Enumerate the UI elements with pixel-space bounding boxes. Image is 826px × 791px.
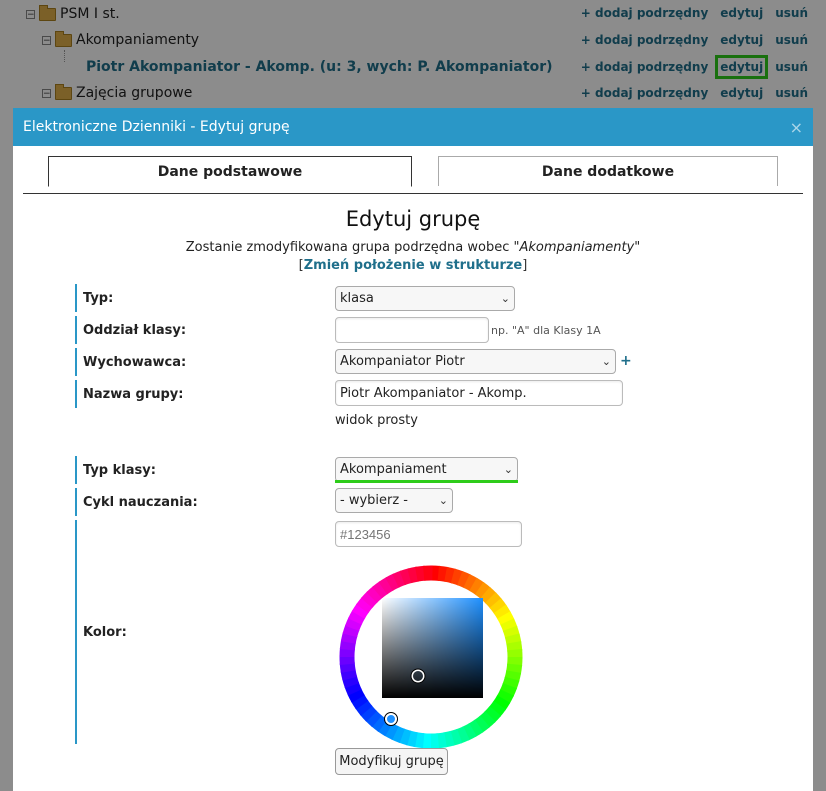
tutor-label: Wychowawca: xyxy=(75,348,186,376)
add-tutor-button[interactable]: + xyxy=(620,353,632,369)
color-hex-input[interactable] xyxy=(335,521,522,547)
type-label: Typ: xyxy=(75,284,113,312)
type-select-value: klasa xyxy=(340,291,374,306)
class-type-label: Typ klasy: xyxy=(75,456,156,484)
chevron-down-icon: ⌄ xyxy=(438,494,448,507)
teaching-cycle-select-value: - wybierz - xyxy=(340,493,409,508)
chevron-down-icon: ⌄ xyxy=(500,292,510,305)
group-name-input[interactable]: Piotr Akompaniator - Akomp. xyxy=(335,380,623,406)
class-type-select[interactable]: Akompaniament ⌄ xyxy=(335,457,518,482)
modify-group-button[interactable]: Modyfikuj grupę xyxy=(335,748,448,775)
color-wheel-picker[interactable] xyxy=(337,563,525,751)
tutor-select-value: Akompaniator Piotr xyxy=(340,354,465,369)
type-select[interactable]: klasa ⌄ xyxy=(335,286,515,311)
teaching-cycle-label: Cykl nauczania: xyxy=(75,488,198,516)
color-label: Kolor: xyxy=(83,624,127,640)
highlight-underline xyxy=(335,480,518,483)
simple-view-link[interactable]: widok prosty xyxy=(335,413,418,428)
teaching-cycle-select[interactable]: - wybierz - ⌄ xyxy=(335,488,453,513)
info-prefix: Zostanie zmodyfikowana grupa podrzędna w… xyxy=(185,240,520,255)
tab-basic-data[interactable]: Dane podstawowe xyxy=(48,156,412,187)
parent-group-name: Akompaniamenty xyxy=(519,240,635,255)
class-division-hint: np. "A" dla Klasy 1A xyxy=(491,324,601,337)
bracket-close: ] xyxy=(522,258,528,273)
class-division-input[interactable] xyxy=(335,317,489,343)
chevron-down-icon: ⌄ xyxy=(503,463,513,476)
dialog-title: Elektroniczne Dzienniki - Edytuj grupę xyxy=(23,119,290,135)
relocate-line: [Zmień położenie w strukturze] xyxy=(13,258,813,273)
group-name-label: Nazwa grupy: xyxy=(75,380,183,408)
change-position-link[interactable]: Zmień położenie w strukturze xyxy=(304,258,523,273)
hue-handle[interactable] xyxy=(385,713,397,725)
parent-group-info: Zostanie zmodyfikowana grupa podrzędna w… xyxy=(13,240,813,255)
class-division-label: Oddział klasy: xyxy=(75,316,186,344)
close-icon[interactable]: × xyxy=(790,118,803,137)
info-suffix: " xyxy=(634,240,641,255)
dialog-tabs: Dane podstawowe Dane dodatkowe xyxy=(13,156,813,196)
value-gradient xyxy=(382,598,483,698)
dialog-titlebar: Elektroniczne Dzienniki - Edytuj grupę × xyxy=(13,108,813,146)
page-title: Edytuj grupę xyxy=(345,207,481,231)
tab-additional-data[interactable]: Dane dodatkowe xyxy=(438,156,778,186)
class-type-select-value: Akompaniament xyxy=(340,462,447,477)
edit-group-dialog: Elektroniczne Dzienniki - Edytuj grupę ×… xyxy=(13,108,813,791)
tutor-select[interactable]: Akompaniator Piotr ⌄ xyxy=(335,349,616,374)
chevron-down-icon: ⌄ xyxy=(601,355,611,368)
